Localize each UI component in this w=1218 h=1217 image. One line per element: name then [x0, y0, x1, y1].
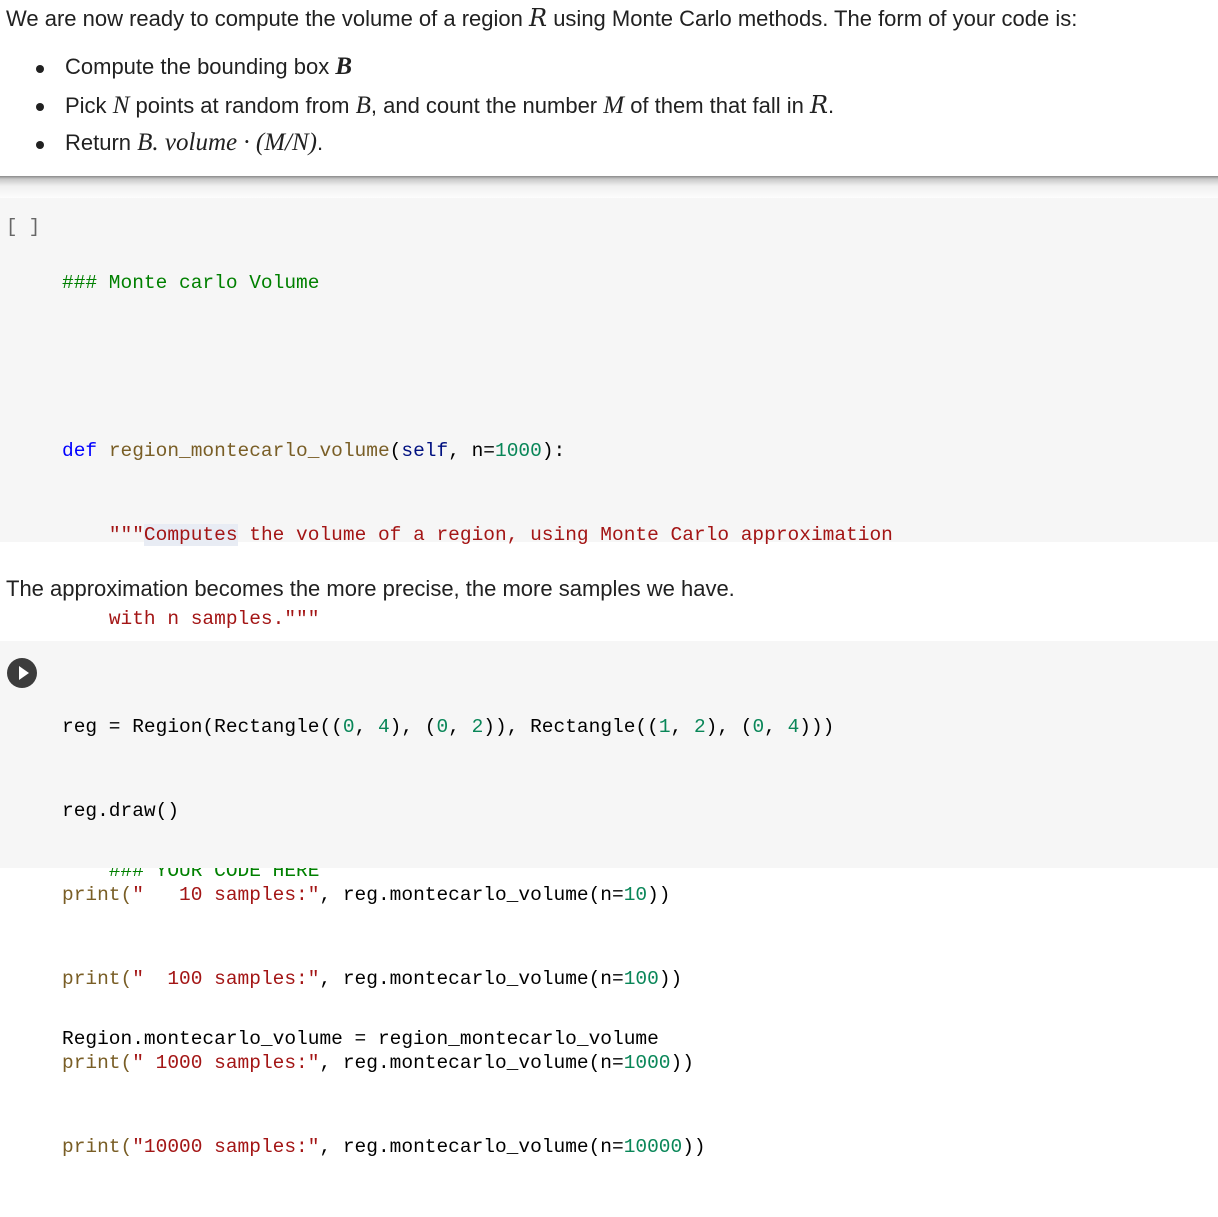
code-text: ,: [764, 716, 788, 738]
step-text: .: [828, 93, 835, 118]
code-text: ), (: [705, 716, 753, 738]
punct: ):: [541, 440, 566, 462]
step-text: Return: [65, 130, 138, 155]
bullet-icon: [36, 141, 44, 149]
docstring: with n samples.""": [108, 608, 320, 630]
code-cell-run-example[interactable]: reg = Region(Rectangle((0, 4), (0, 2)), …: [0, 641, 1218, 1158]
step-text: , and count the number: [370, 93, 604, 118]
code-text: , reg.montecarlo_volume(n=: [319, 1052, 624, 1074]
cell-prompt[interactable]: [ ]: [6, 216, 40, 238]
number: 2: [693, 716, 706, 738]
code-line: """Computes the volume of a region, usin…: [62, 521, 905, 549]
builtin: print(: [62, 968, 133, 990]
punct: , n=: [448, 440, 495, 462]
keyword: def: [62, 440, 98, 462]
step-item: Pick N points at random from B, and coun…: [0, 90, 834, 128]
code-text: )): [647, 884, 671, 906]
docstring: the volume of a region, using Monte Carl…: [237, 524, 893, 546]
code-editor[interactable]: reg = Region(Rectangle((0, 4), (0, 2)), …: [62, 657, 834, 1217]
punct: (: [389, 440, 402, 462]
code-text: , reg.montecarlo_volume(n=: [319, 884, 624, 906]
code-text: )), Rectangle((: [483, 716, 659, 738]
code-text: reg = Region(Rectangle((: [62, 716, 343, 738]
approximation-paragraph: The approximation becomes the more preci…: [6, 576, 735, 601]
number: 2: [471, 716, 484, 738]
step-text: Compute the bounding box: [65, 54, 336, 79]
intro-text: We are now ready to compute the volume o…: [6, 6, 529, 31]
number: 100: [623, 968, 659, 990]
string: " 10 samples:": [132, 884, 320, 906]
step-text: .: [316, 130, 324, 155]
region-symbol: R: [809, 91, 829, 119]
code-text: )): [658, 968, 683, 990]
number: 10000: [623, 1136, 683, 1158]
number: 4: [377, 716, 390, 738]
code-text: )): [670, 1052, 694, 1074]
code-line: reg.draw(): [62, 800, 180, 822]
docstring-highlight: Computes: [143, 524, 238, 546]
code-text: ,: [354, 716, 378, 738]
code-line: print(" 100 samples:", reg.montecarlo_vo…: [62, 965, 834, 993]
function-name: region_montecarlo_volume: [108, 440, 390, 462]
builtin: print(: [62, 1136, 133, 1158]
number: 4: [787, 716, 800, 738]
code-line: reg = Region(Rectangle((0, 4), (0, 2)), …: [62, 713, 834, 741]
code-text: )): [682, 1136, 706, 1158]
code-line: print(" 1000 samples:", reg.montecarlo_v…: [62, 1049, 834, 1077]
number: 0: [342, 716, 355, 738]
play-icon[interactable]: [7, 658, 37, 688]
number: 1000: [623, 1052, 671, 1074]
math-B: B: [335, 53, 352, 80]
code-text: , reg.montecarlo_volume(n=: [319, 968, 624, 990]
code-text: ))): [799, 716, 835, 738]
string: " 100 samples:": [132, 968, 320, 990]
math-formula: B. volume · (M/N): [137, 129, 317, 156]
code-line: with n samples.""": [62, 605, 905, 633]
code-text: ), (: [389, 716, 437, 738]
step-item: Compute the bounding box B: [0, 52, 834, 90]
region-symbol: R: [529, 4, 548, 32]
code-line: print(" 10 samples:", reg.montecarlo_vol…: [62, 881, 834, 909]
builtin: print(: [62, 1052, 133, 1074]
steps-list: Compute the bounding box B Pick N points…: [0, 52, 834, 166]
number: 0: [752, 716, 765, 738]
math-M: M: [603, 92, 625, 119]
code-text: , reg.montecarlo_volume(n=: [319, 1136, 624, 1158]
bullet-icon: [36, 65, 44, 73]
bullet-icon: [36, 103, 44, 111]
builtin: print(: [62, 884, 133, 906]
docstring: """: [108, 524, 144, 546]
string: "10000 samples:": [132, 1136, 320, 1158]
step-item: Return B. volume · (M/N).: [0, 128, 834, 166]
number: 0: [436, 716, 449, 738]
code-line: print("10000 samples:", reg.montecarlo_v…: [62, 1133, 834, 1161]
intro-paragraph: We are now ready to compute the volume o…: [6, 4, 1218, 33]
param: self: [401, 440, 449, 462]
code-line: def region_montecarlo_volume(self, n=100…: [62, 437, 905, 465]
cell-separator: [0, 176, 1218, 200]
number: 1000: [495, 440, 542, 462]
code-text: ,: [448, 716, 472, 738]
code-cell-montecarlo[interactable]: [ ] ### Monte carlo Volume def region_mo…: [0, 198, 1218, 1050]
step-text: of them that fall in: [624, 93, 810, 118]
string: " 1000 samples:": [132, 1052, 320, 1074]
intro-text-end: using Monte Carlo methods. The form of y…: [547, 6, 1078, 31]
step-text: Pick: [65, 93, 113, 118]
step-text: points at random from: [129, 93, 356, 118]
math-B: B: [355, 92, 371, 119]
number: 1: [658, 716, 671, 738]
number: 10: [623, 884, 648, 906]
code-line: ### Monte carlo Volume: [62, 272, 320, 294]
code-text: ,: [670, 716, 694, 738]
math-N: N: [112, 92, 130, 119]
